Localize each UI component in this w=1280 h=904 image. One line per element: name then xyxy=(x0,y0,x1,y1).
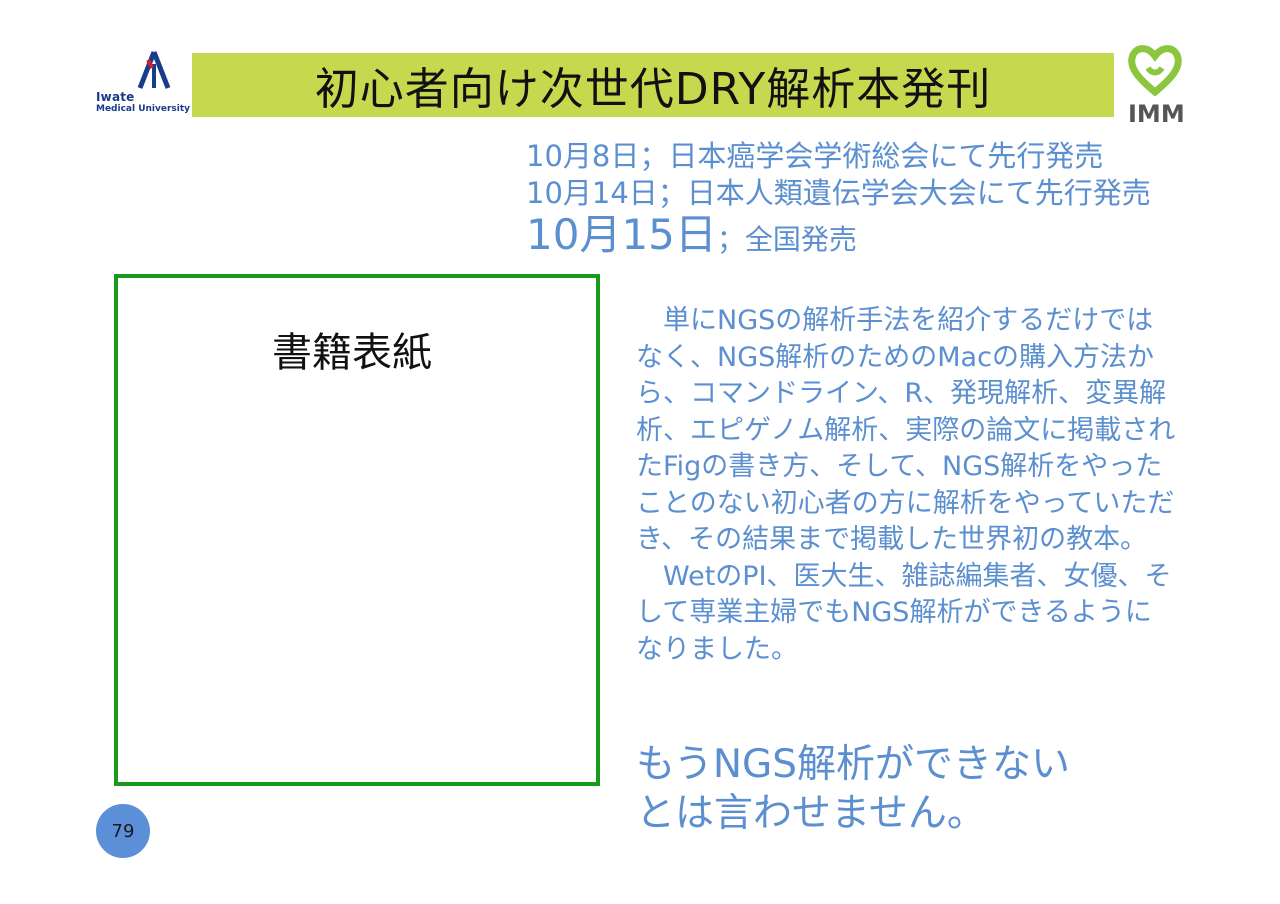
tagline-line-1: もうNGS解析ができない xyxy=(636,742,1070,787)
page-number-badge: 79 xyxy=(96,804,150,858)
release-national-text: ；全国発売 xyxy=(716,223,857,256)
heart-ribbon-icon xyxy=(1128,45,1182,97)
iwate-medical-university-logo: Iwate Medical University xyxy=(96,50,190,118)
release-date-national: 10月15日 xyxy=(526,210,717,259)
page-number: 79 xyxy=(111,820,135,842)
tagline: もうNGS解析ができない とは言わせません。 xyxy=(636,740,1196,838)
description-paragraph-1: 単にNGSの解析手法を紹介するだけではなく、NGS解析のためのMacの購入方法か… xyxy=(636,305,1176,555)
release-info: 10月8日；日本癌学会学術総会にて先行発売 10月14日；日本人類遺伝学会大会に… xyxy=(526,138,1151,263)
imm-logo-text: IMM xyxy=(1128,100,1185,128)
release-line-2: 10月14日；日本人類遺伝学会大会にて先行発売 xyxy=(526,176,1151,210)
book-cover-placeholder: 書籍表紙 xyxy=(114,274,600,786)
tagline-line-2: とは言わせません。 xyxy=(636,791,986,836)
university-name-line1: Iwate xyxy=(96,90,135,104)
page-title: 初心者向け次世代DRY解析本発刊 xyxy=(314,64,992,115)
description-paragraph-2: WetのPI、医大生、雑誌編集者、女優、そして専業主婦でもNGS解析ができるよう… xyxy=(636,560,1172,665)
book-cover-label: 書籍表紙 xyxy=(272,330,432,376)
book-description: 単にNGSの解析手法を紹介するだけではなく、NGS解析のためのMacの購入方法か… xyxy=(636,303,1176,668)
release-line-3: 10月15日；全国発売 xyxy=(526,212,1151,263)
title-bar: 初心者向け次世代DRY解析本発刊 xyxy=(192,53,1114,117)
university-name-line2: Medical University xyxy=(96,104,191,114)
release-line-1: 10月8日；日本癌学会学術総会にて先行発売 xyxy=(526,139,1104,173)
imm-logo: IMM xyxy=(1124,40,1186,130)
university-emblem-icon xyxy=(137,51,171,89)
